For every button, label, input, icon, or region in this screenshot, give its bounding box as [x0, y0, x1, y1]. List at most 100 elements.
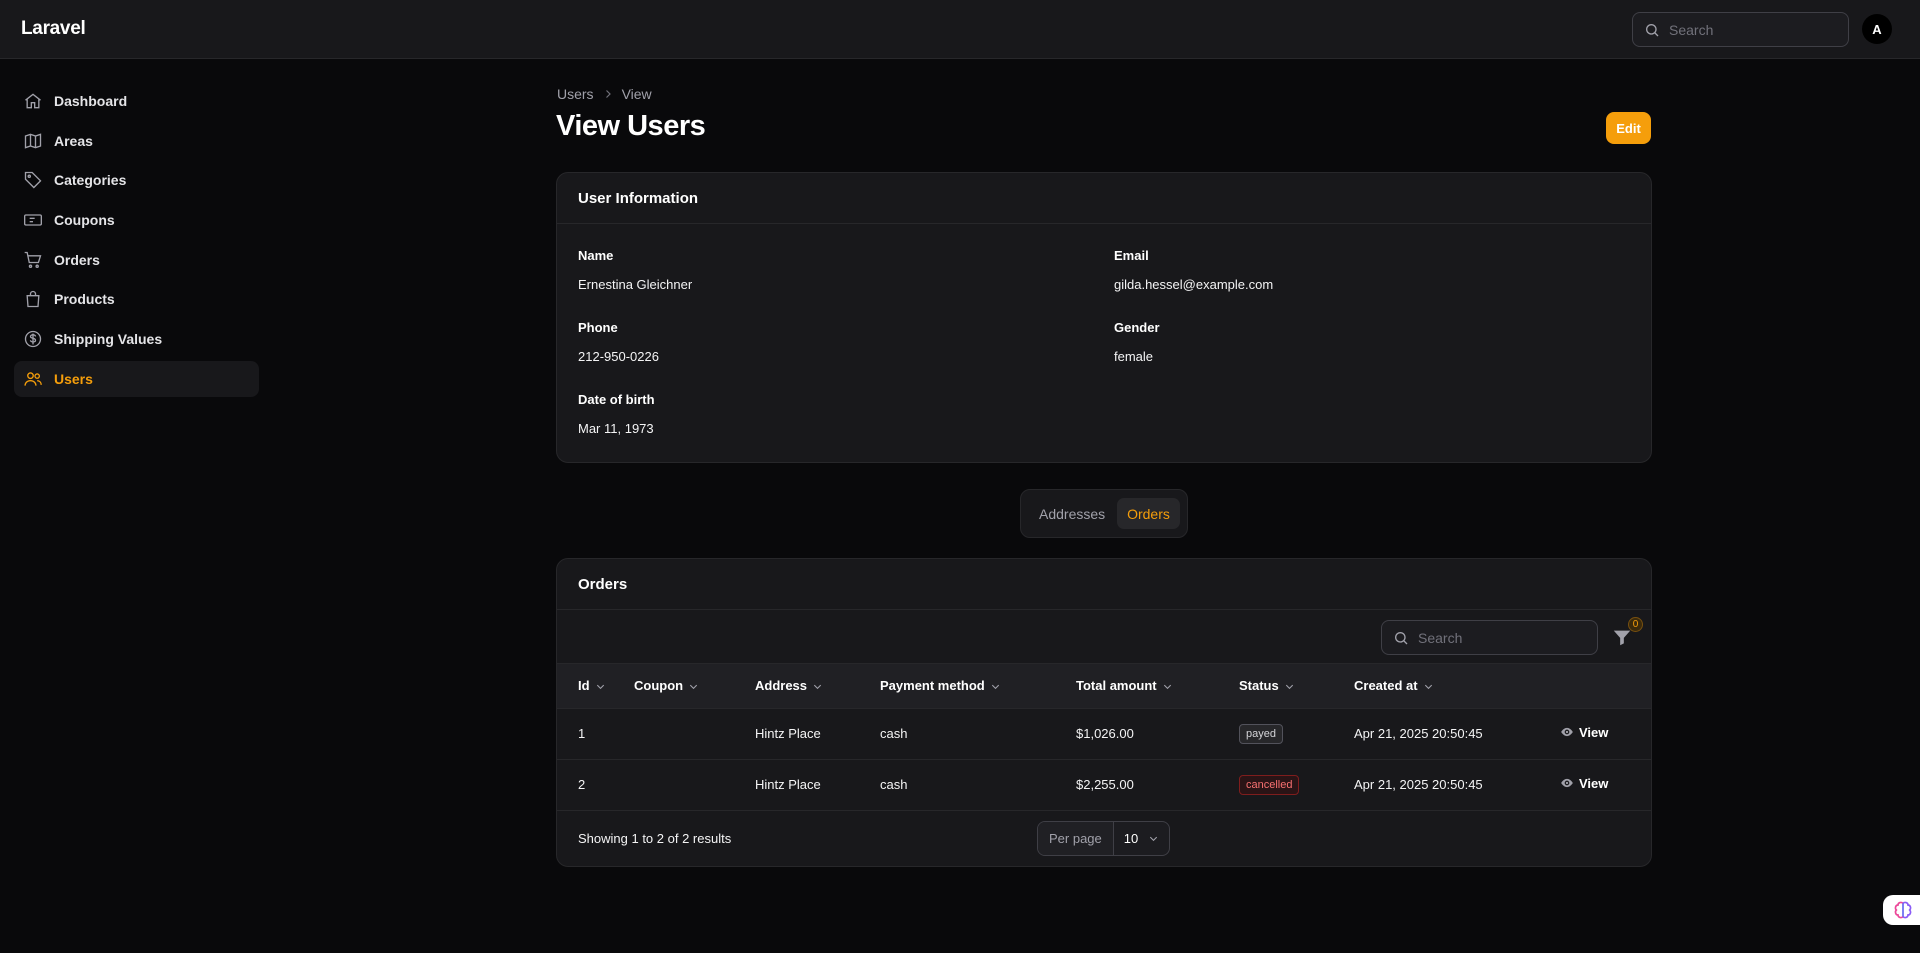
name-field: Name Ernestina Gleichner: [578, 248, 692, 292]
gender-label: Gender: [1114, 320, 1160, 335]
table-search-input[interactable]: [1418, 621, 1588, 654]
sidebar-item-dashboard[interactable]: Dashboard: [14, 83, 259, 119]
phone-field: Phone 212-950-0226: [578, 320, 659, 364]
cell-address: Hintz Place: [755, 726, 821, 741]
cell-actions: View: [1560, 759, 1651, 810]
global-search[interactable]: [1632, 12, 1849, 47]
users-icon: [24, 372, 42, 386]
brand-logo[interactable]: Laravel: [21, 18, 86, 40]
table-row[interactable]: 2 Hintz Place cash $2,255.00 cancelled A…: [557, 759, 1651, 810]
breadcrumb: Users View: [557, 86, 652, 102]
dob-value: Mar 11, 1973: [578, 421, 654, 436]
tab-orders[interactable]: Orders: [1117, 498, 1180, 529]
phone-label: Phone: [578, 320, 618, 335]
cell-coupon: [634, 759, 755, 810]
column-header-label: Id: [578, 678, 590, 694]
table-row[interactable]: 1 Hintz Place cash $1,026.00 payed Apr 2…: [557, 708, 1651, 759]
sidebar-item-users[interactable]: Users: [14, 360, 259, 397]
view-label: View: [1579, 775, 1609, 791]
column-header-label: Total amount: [1076, 678, 1157, 694]
status-badge: cancelled: [1239, 774, 1300, 795]
column-header-status[interactable]: Status: [1239, 664, 1354, 708]
dollar-circle-icon: [24, 330, 42, 348]
orders-heading: Orders: [557, 559, 1651, 610]
sidebar-item-coupons[interactable]: Coupons: [14, 202, 259, 238]
user-information-card: User Information Name Ernestina Gleichne…: [556, 172, 1652, 463]
column-header-total-amount[interactable]: Total amount: [1076, 664, 1239, 708]
chevron-right-icon: [605, 90, 611, 98]
view-order-link[interactable]: View: [1560, 776, 1608, 791]
view-order-link[interactable]: View: [1560, 725, 1608, 740]
per-page-dropdown[interactable]: 10: [1114, 831, 1169, 846]
per-page-select[interactable]: Per page 10: [1037, 820, 1171, 856]
cell-status: cancelled: [1239, 759, 1354, 810]
table-search[interactable]: [1381, 620, 1598, 655]
per-page-label: Per page: [1038, 821, 1114, 855]
sidebar: Dashboard Areas Categories Coupons Order…: [14, 83, 259, 401]
search-icon: [1646, 24, 1659, 37]
shopping-bag-icon: [26, 291, 40, 308]
breadcrumb-current: View: [621, 86, 652, 102]
sidebar-item-label: Users: [54, 370, 93, 387]
column-header-label: Coupon: [634, 678, 684, 694]
chevron-down-icon: [1285, 685, 1293, 690]
global-search-input[interactable]: [1669, 13, 1839, 46]
search-icon: [1395, 632, 1408, 645]
chevron-down-icon: [1424, 685, 1432, 690]
sidebar-item-areas[interactable]: Areas: [14, 123, 259, 159]
eye-icon: [1561, 728, 1573, 737]
home-icon: [25, 93, 41, 109]
dob-field: Date of birth Mar 11, 1973: [578, 392, 655, 436]
email-value: gilda.hessel@example.com: [1114, 277, 1274, 292]
chevron-down-icon: [689, 685, 698, 690]
column-header-label: Address: [755, 678, 808, 694]
sidebar-item-categories[interactable]: Categories: [14, 162, 259, 198]
chevron-down-icon: [1163, 685, 1171, 690]
sidebar-item-label: Products: [54, 291, 115, 308]
column-header-coupon[interactable]: Coupon: [634, 664, 755, 708]
map-icon: [24, 133, 42, 149]
status-badge: payed: [1239, 723, 1283, 744]
edit-button[interactable]: Edit: [1606, 112, 1651, 144]
breadcrumb-users-link[interactable]: Users: [557, 86, 594, 102]
sidebar-item-label: Areas: [54, 132, 93, 149]
sidebar-item-shipping-values[interactable]: Shipping Values: [14, 321, 259, 357]
top-bar: Laravel A: [0, 0, 1920, 59]
name-label: Name: [578, 248, 614, 263]
sidebar-item-label: Shipping Values: [54, 331, 163, 348]
cell-created-at: Apr 21, 2025 20:50:45: [1354, 726, 1483, 741]
table-toolbar: 0: [557, 610, 1651, 664]
cell-address: Hintz Place: [755, 777, 821, 792]
column-header-address[interactable]: Address: [755, 664, 880, 708]
email-field: Email gilda.hessel@example.com: [1114, 248, 1273, 292]
chevron-down-icon: [1150, 836, 1158, 841]
cell-coupon: [634, 708, 755, 759]
page-title: View Users: [556, 110, 706, 142]
view-label: View: [1579, 724, 1609, 740]
phone-value: 212-950-0226: [578, 349, 659, 364]
results-summary: Showing 1 to 2 of 2 results: [578, 830, 732, 846]
tag-icon: [24, 172, 42, 189]
column-header-created-at[interactable]: Created at: [1354, 664, 1560, 708]
cart-icon: [24, 251, 42, 268]
cell-status: payed: [1239, 708, 1354, 759]
sidebar-item-orders[interactable]: Orders: [14, 242, 259, 278]
column-header-id[interactable]: Id: [557, 664, 634, 708]
column-header-actions: [1560, 664, 1651, 708]
filter-count-badge: 0: [1628, 617, 1643, 632]
column-header-payment-method[interactable]: Payment method: [880, 664, 1076, 708]
gender-field: Gender female: [1114, 320, 1160, 364]
chevron-down-icon: [596, 685, 604, 690]
name-value: Ernestina Gleichner: [578, 277, 693, 292]
column-header-label: Created at: [1354, 678, 1418, 694]
cell-created-at: Apr 21, 2025 20:50:45: [1354, 777, 1483, 792]
email-label: Email: [1114, 248, 1149, 263]
cell-total-amount: $2,255.00: [1076, 777, 1134, 792]
sidebar-item-products[interactable]: Products: [14, 281, 259, 317]
brain-assistant-button[interactable]: [1883, 895, 1920, 925]
cell-id: 2: [578, 777, 586, 792]
column-header-label: Status: [1239, 678, 1279, 694]
avatar[interactable]: A: [1862, 14, 1892, 44]
chevron-down-icon: [813, 685, 822, 690]
user-information-heading: User Information: [557, 173, 1651, 224]
